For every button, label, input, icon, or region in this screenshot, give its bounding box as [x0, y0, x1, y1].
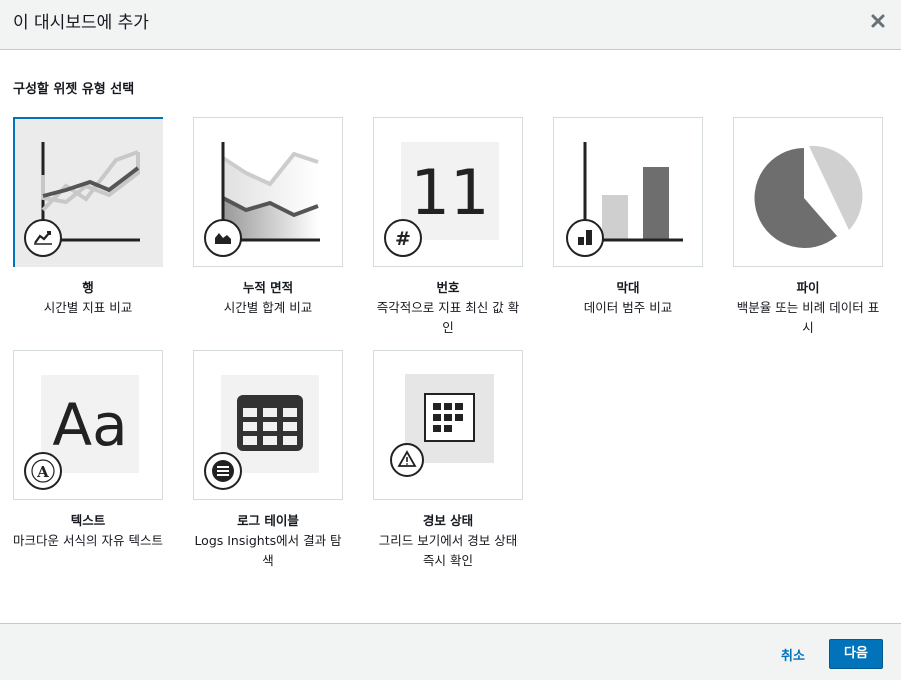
- text-icon: A: [24, 452, 62, 490]
- line-chart-icon: [24, 219, 62, 257]
- widget-title: 경보 상태: [422, 513, 474, 528]
- widget-description: 즉각적으로 지표 최신 값 확인: [376, 300, 520, 335]
- hash-icon: #: [384, 219, 422, 257]
- widget-title: 번호: [436, 280, 460, 295]
- widget-title: 파이: [796, 280, 820, 295]
- widget-card-stacked-area[interactable]: [193, 117, 343, 267]
- widget-description: 데이터 범주 비교: [583, 300, 673, 315]
- widget-description: 그리드 보기에서 경보 상태 즉시 확인: [378, 533, 518, 568]
- widget-card-number[interactable]: 11 #: [373, 117, 523, 267]
- dialog-title: 이 대시보드에 추가: [13, 13, 149, 33]
- widget-caption-text: 텍스트 마크다운 서식의 자유 텍스트: [13, 511, 163, 551]
- close-icon[interactable]: [870, 13, 886, 29]
- pie-chart-icon: [754, 145, 863, 248]
- area-chart-icon: [204, 219, 242, 257]
- widget-caption-alarm-status: 경보 상태 그리드 보기에서 경보 상태 즉시 확인: [373, 511, 523, 571]
- widget-card-alarm-status[interactable]: [373, 350, 523, 500]
- widget-caption-line: 행 시간별 지표 비교: [13, 278, 163, 318]
- widget-description: 시간별 합계 비교: [223, 300, 313, 315]
- widget-title: 행: [82, 280, 94, 295]
- text-preview: Aa: [52, 391, 127, 459]
- dialog-footer: 취소 다음: [0, 623, 901, 680]
- widget-caption-stacked-area: 누적 면적 시간별 합계 비교: [193, 278, 343, 318]
- next-button[interactable]: 다음: [829, 639, 883, 669]
- bar-chart-icon: [566, 219, 604, 257]
- widget-caption-pie: 파이 백분율 또는 비례 데이터 표시: [733, 278, 883, 338]
- widget-card-logs-table[interactable]: [193, 350, 343, 500]
- widget-title: 막대: [616, 280, 640, 295]
- section-label: 구성할 위젯 유형 선택: [13, 82, 135, 97]
- widget-description: 백분율 또는 비례 데이터 표시: [736, 300, 880, 335]
- widget-title: 텍스트: [70, 513, 106, 528]
- widget-card-text[interactable]: Aa A: [13, 350, 163, 500]
- dialog-header: 이 대시보드에 추가: [0, 0, 901, 50]
- widget-description: 마크다운 서식의 자유 텍스트: [13, 533, 163, 548]
- widget-caption-number: 번호 즉각적으로 지표 최신 값 확인: [373, 278, 523, 338]
- widget-title: 누적 면적: [242, 280, 294, 295]
- svg-text:A: A: [36, 463, 49, 481]
- widget-title: 로그 테이블: [237, 513, 299, 528]
- widget-card-pie[interactable]: [733, 117, 883, 267]
- add-widget-dialog: 이 대시보드에 추가 구성할 위젯 유형 선택 행 시간별 지표 비교 누적 면…: [0, 0, 901, 680]
- widget-card-bar[interactable]: [553, 117, 703, 267]
- widget-description: Logs Insights에서 결과 탐색: [194, 533, 342, 568]
- cancel-button[interactable]: 취소: [781, 645, 805, 664]
- svg-text:#: #: [395, 228, 411, 250]
- alarm-icon: [390, 443, 424, 477]
- widget-caption-logs-table: 로그 테이블 Logs Insights에서 결과 탐색: [193, 511, 343, 571]
- list-icon: [204, 452, 242, 490]
- widget-description: 시간별 지표 비교: [43, 300, 133, 315]
- widget-caption-bar: 막대 데이터 범주 비교: [553, 278, 703, 318]
- widget-card-line[interactable]: [13, 117, 163, 267]
- number-preview: 11: [411, 156, 490, 229]
